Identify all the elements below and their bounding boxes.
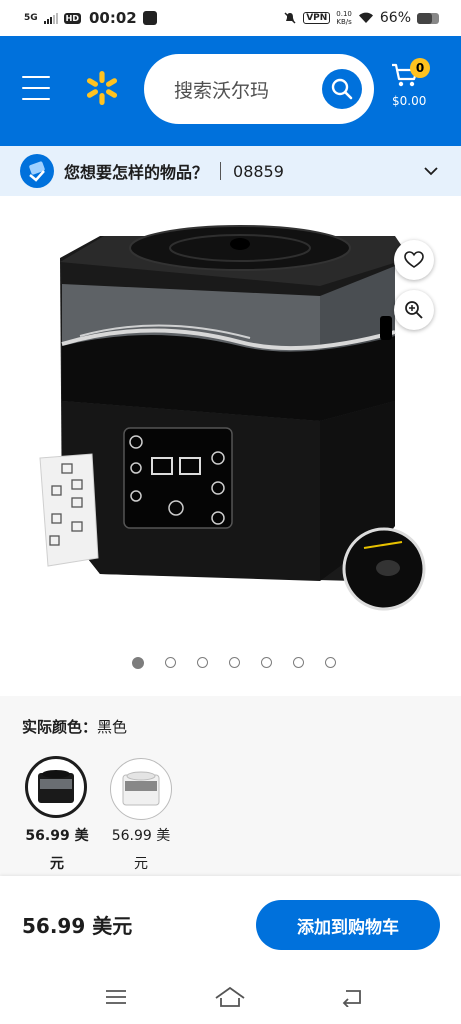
swatch-price-white: 56.99 美元: [91, 822, 191, 878]
status-time: 00:02: [89, 9, 137, 27]
gallery-dot[interactable]: [261, 657, 272, 668]
home-nav-icon[interactable]: [214, 986, 246, 1008]
battery-icon: [417, 12, 439, 24]
status-bar: 5G HD 00:02 VPN 0.10 KB/s 66%: [0, 0, 461, 36]
network-type: 5G: [24, 12, 38, 23]
add-to-cart-button[interactable]: 添加到购物车: [256, 900, 440, 950]
speed-unit: KB/s: [336, 18, 352, 26]
gallery-pagination: [132, 657, 336, 669]
app-notification-icon: [142, 11, 157, 25]
color-selection: 实际颜色：黑色 56.99 美元 56.99 美元: [0, 696, 461, 876]
speed-value: 0.10: [336, 10, 352, 18]
product-gallery[interactable]: [0, 196, 461, 696]
gallery-dot[interactable]: [229, 657, 240, 668]
gallery-dot[interactable]: [325, 657, 336, 668]
back-nav-icon[interactable]: [340, 987, 364, 1007]
network-speed: 0.10 KB/s: [336, 10, 352, 26]
product-image[interactable]: [0, 196, 461, 616]
color-value: 黑色: [97, 718, 128, 736]
zoom-icon: [405, 301, 423, 319]
system-navigation-bar: [0, 972, 461, 1024]
cart-total: $0.00: [392, 94, 427, 108]
search-input[interactable]: 搜索沃尔玛: [144, 54, 374, 124]
wifi-icon: [358, 12, 373, 23]
search-button[interactable]: [322, 69, 362, 109]
location-question: 您想要怎样的物品？: [64, 163, 209, 182]
store-avatar-icon: [20, 154, 54, 188]
signal-icon: [43, 12, 58, 24]
cart-button[interactable]: 0 $0.00: [390, 56, 440, 116]
swatch-price-line1: 56.99 美: [111, 828, 171, 844]
gallery-dot[interactable]: [293, 657, 304, 668]
swatch-image: [38, 770, 74, 803]
color-label: 实际颜色：: [22, 718, 98, 736]
menu-nav-icon[interactable]: [104, 988, 128, 1006]
heart-icon: [404, 251, 424, 268]
swatch-image: [122, 771, 160, 806]
hd-badge: HD: [63, 12, 81, 24]
location-divider: [220, 162, 222, 180]
color-label-row: 实际颜色：黑色: [22, 716, 127, 737]
battery-text: 66%: [379, 10, 411, 26]
swatch-price-line2: 元: [50, 856, 64, 872]
product-price: 56.99 美元: [22, 914, 133, 938]
menu-icon[interactable]: [22, 76, 50, 100]
zip-code: 08859: [233, 161, 284, 181]
gallery-dot[interactable]: [132, 657, 144, 669]
header: 搜索沃尔玛 0 $0.00: [0, 36, 461, 146]
location-bar[interactable]: 您想要怎样的物品？ 08859: [0, 146, 461, 196]
color-swatch-white[interactable]: [110, 758, 172, 820]
gallery-dot[interactable]: [197, 657, 208, 668]
vpn-icon: VPN: [303, 12, 331, 24]
walmart-spark-logo[interactable]: [84, 70, 120, 106]
purchase-bar: 56.99 美元 添加到购物车: [0, 876, 461, 972]
swatch-price-line1: 56.99 美: [25, 828, 89, 844]
mute-icon: [284, 12, 296, 24]
swatch-price-line2: 元: [134, 856, 148, 872]
search-placeholder: 搜索沃尔玛: [174, 80, 270, 102]
zoom-button[interactable]: [394, 290, 434, 330]
gallery-dot[interactable]: [165, 657, 176, 668]
color-swatch-black[interactable]: [25, 756, 87, 818]
chevron-down-icon[interactable]: [423, 163, 439, 179]
cart-count-badge: 0: [410, 58, 430, 78]
favorite-button[interactable]: [394, 240, 434, 280]
search-icon: [331, 78, 353, 100]
